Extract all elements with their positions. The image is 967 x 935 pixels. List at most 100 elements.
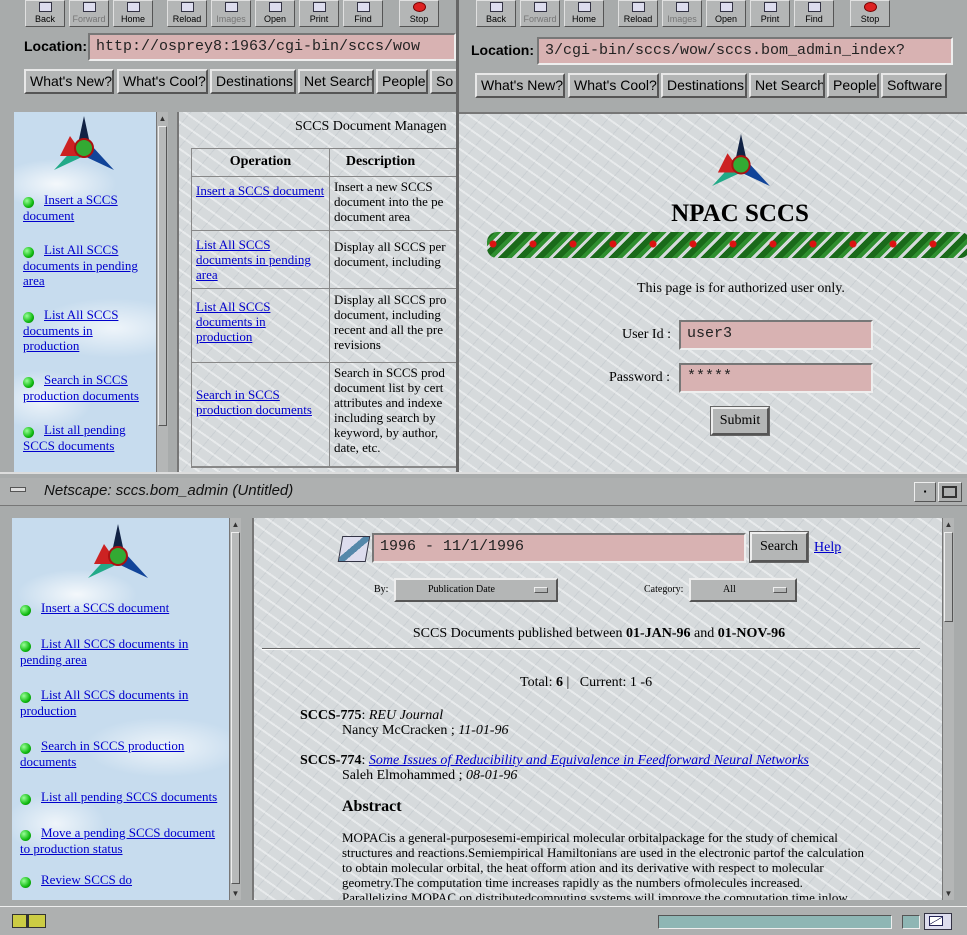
row-link-search[interactable]: Search in SCCS production documents (196, 387, 312, 417)
green-ball-icon (20, 692, 31, 703)
results-summary: SCCS Documents published between 01-JAN-… (412, 626, 786, 641)
submit-button[interactable]: Submit (710, 406, 770, 436)
stop-button[interactable]: Stop (399, 0, 439, 27)
whats-cool-button[interactable]: What's Cool? (568, 73, 659, 98)
scroll-thumb[interactable] (231, 532, 240, 884)
row-link-pending[interactable]: List All SCCS documents in pending area (196, 237, 311, 282)
search-icon (337, 536, 371, 562)
scroll-down-icon[interactable]: ▼ (944, 889, 953, 898)
print-icon (764, 2, 777, 12)
destinations-button[interactable]: Destinations (210, 69, 296, 94)
nav-link-search[interactable]: Search in SCCS production documents (20, 738, 184, 769)
search-button[interactable]: Search (749, 531, 809, 563)
stop-button[interactable]: Stop (850, 0, 890, 27)
scroll-thumb[interactable] (944, 532, 953, 622)
row-desc: Insert a new SCCS document into the pe d… (334, 179, 444, 224)
open-button[interactable]: Open (255, 0, 295, 27)
back-button[interactable]: Back (25, 0, 65, 27)
window-menu-icon[interactable] (10, 487, 26, 492)
npac-logo (88, 524, 148, 578)
software-button[interactable]: Software (881, 73, 947, 98)
holly-berries (487, 239, 967, 249)
green-ball-icon (20, 877, 31, 888)
net-search-button[interactable]: Net Search (298, 69, 374, 94)
location-field[interactable]: 3/cgi-bin/sccs/wow/sccs.bom_admin_index? (537, 37, 953, 65)
scroll-thumb[interactable] (158, 126, 167, 426)
category-select[interactable]: All (689, 578, 797, 602)
table-row: List All SCCS documents in production Di… (192, 289, 456, 363)
page-title: NPAC SCCS (671, 200, 809, 227)
doc-title-link[interactable]: Some Issues of Reducibility and Equivale… (369, 753, 809, 768)
title-bar[interactable]: Netscape: sccs.bom_admin (Untitled) ▪ (0, 478, 967, 506)
images-button[interactable]: Images (211, 0, 251, 27)
password-input[interactable]: ***** (679, 363, 873, 393)
print-button[interactable]: Print (299, 0, 339, 27)
reload-icon (632, 2, 645, 12)
green-ball-icon (20, 830, 31, 841)
scroll-down-icon[interactable]: ▼ (231, 889, 240, 898)
people-button[interactable]: People (827, 73, 879, 98)
find-button[interactable]: Find (343, 0, 383, 27)
result-count: Total: 6 | Current: 1 -6 (520, 675, 653, 690)
find-button[interactable]: Find (794, 0, 834, 27)
nav-item-insert: Insert a SCCS document (20, 600, 220, 616)
table-row: List All SCCS documents in pending area … (192, 231, 456, 289)
home-button[interactable]: Home (113, 0, 153, 27)
nav-link-list-pending[interactable]: List all pending SCCS documents (41, 789, 217, 804)
nav-scrollbar[interactable]: ▲ (156, 112, 168, 472)
print-button[interactable]: Print (750, 0, 790, 27)
forward-button[interactable]: Forward (69, 0, 109, 27)
nav-scrollbar[interactable]: ▲ ▼ (229, 518, 241, 900)
reload-button[interactable]: Reload (167, 0, 207, 27)
net-search-button[interactable]: Net Search (749, 73, 825, 98)
row-link-production[interactable]: List All SCCS documents in production (196, 299, 270, 344)
search-input[interactable]: 1996 - 11/1/1996 (372, 533, 746, 563)
scroll-up-icon[interactable]: ▲ (231, 520, 240, 529)
password-label: Password : (609, 370, 671, 385)
open-button[interactable]: Open (706, 0, 746, 27)
images-button[interactable]: Images (662, 0, 702, 27)
result-item: SCCS-774: Some Issues of Reducibility an… (300, 753, 809, 783)
whats-new-button[interactable]: What's New? (475, 73, 565, 98)
nav-link-review[interactable]: Review SCCS do (41, 872, 132, 887)
home-button[interactable]: Home (564, 0, 604, 27)
scroll-up-icon[interactable]: ▲ (158, 114, 167, 123)
forward-button[interactable]: Forward (520, 0, 560, 27)
security-key-icon[interactable] (12, 914, 46, 928)
content-title: SCCS Document Managen (295, 119, 447, 134)
help-link[interactable]: Help (814, 540, 841, 556)
home-icon (578, 2, 591, 12)
nav-link-pending[interactable]: List All SCCS documents in pending area (20, 636, 188, 667)
nav-link-move[interactable]: Move a pending SCCS document to producti… (20, 825, 215, 856)
mail-icon[interactable] (924, 913, 952, 930)
row-link-insert[interactable]: Insert a SCCS document (196, 183, 324, 198)
whats-cool-button[interactable]: What's Cool? (117, 69, 208, 94)
nav-link-list-pending[interactable]: List all pending SCCS documents (23, 422, 126, 453)
location-field[interactable]: http://osprey8:1963/cgi-bin/sccs/wow (88, 33, 456, 61)
back-button[interactable]: Back (476, 0, 516, 27)
right-browser-window: Back Forward Home Reload Images Open Pri… (456, 0, 967, 472)
nav-link-search[interactable]: Search in SCCS production documents (23, 372, 139, 403)
minimize-button[interactable]: ▪ (914, 482, 936, 502)
reload-button[interactable]: Reload (618, 0, 658, 27)
userid-input[interactable]: user3 (679, 320, 873, 350)
destinations-button[interactable]: Destinations (661, 73, 747, 98)
auth-notice: This page is for authorized user only. (637, 281, 845, 296)
nav-link-insert[interactable]: Insert a SCCS document (23, 192, 118, 223)
header-description: Description (345, 154, 416, 169)
maximize-button[interactable] (938, 482, 962, 502)
nav-link-production[interactable]: List All SCCS documents in production (23, 307, 118, 353)
nav-link-production[interactable]: List All SCCS documents in production (20, 687, 188, 718)
nav-item-insert: Insert a SCCS document (23, 192, 147, 223)
software-button[interactable]: So (430, 69, 456, 94)
stop-icon (413, 2, 426, 12)
green-ball-icon (23, 427, 34, 438)
whats-new-button[interactable]: What's New? (24, 69, 114, 94)
people-button[interactable]: People (376, 69, 428, 94)
find-icon (357, 2, 370, 12)
nav-link-pending[interactable]: List All SCCS documents in pending area (23, 242, 138, 288)
nav-link-insert[interactable]: Insert a SCCS document (41, 600, 169, 615)
results-scrollbar[interactable]: ▲ ▼ (942, 518, 954, 900)
scroll-up-icon[interactable]: ▲ (944, 520, 953, 529)
by-select[interactable]: Publication Date (394, 578, 558, 602)
